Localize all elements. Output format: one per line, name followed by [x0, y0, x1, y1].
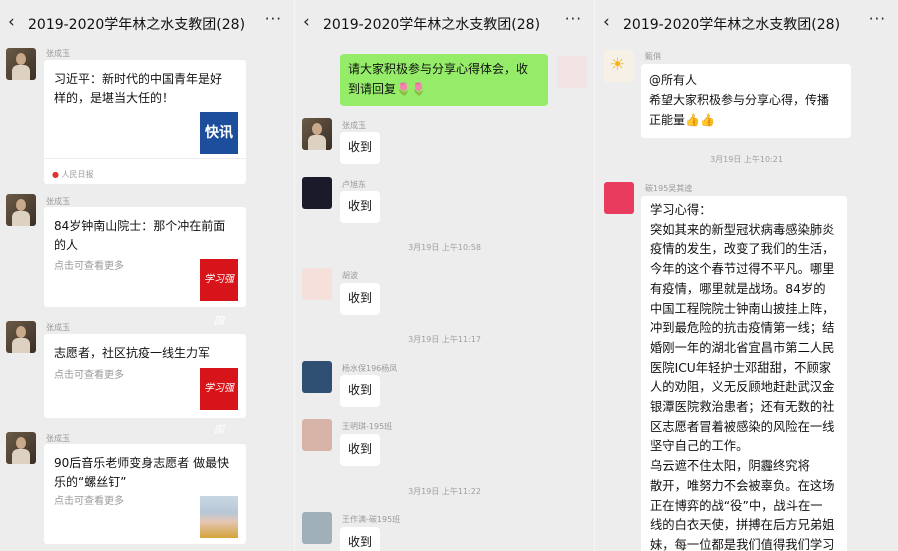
sender-name: 张成玉 — [46, 323, 70, 332]
message-line: 坚守自己的工作。 — [650, 439, 749, 454]
avatar[interactable] — [302, 268, 332, 300]
article-thumbnail: 快讯 — [200, 112, 238, 154]
article-thumbnail: 学习强国 — [200, 368, 238, 436]
message-line: 突如其来的新型冠状病毒感染肺炎 — [650, 222, 835, 237]
more-dots-icon[interactable]: ··· — [565, 10, 582, 28]
own-avatar[interactable] — [557, 56, 587, 88]
article-source: ● 人民日报 — [52, 170, 94, 179]
avatar[interactable] — [302, 361, 332, 393]
article-title: 90后音乐老师变身志愿者 做最快 乐的“螺丝钉” — [54, 456, 230, 489]
message-line: 妹，每一位都是我们值得我们学习 — [650, 537, 835, 551]
chat-header: ‹ 2019-2020学年林之水支教团(28) ··· — [595, 0, 898, 46]
avatar[interactable] — [6, 432, 36, 464]
message-line: 银潭医院救治患者；还有无数的社 — [650, 400, 835, 415]
more-dots-icon[interactable]: ··· — [869, 10, 886, 28]
chat-header: ‹ 2019-2020学年林之水支教团(28) ··· — [0, 0, 294, 46]
chat-panel-1: ‹ 2019-2020学年林之水支教团(28) ··· 张成玉 习近平：新时代的… — [0, 0, 294, 551]
message-line: 乌云遮不住太阳，阴霾终究将 — [650, 459, 810, 474]
message-line: 正在博弈的战“役”中，战斗在一 — [650, 498, 823, 513]
timestamp: 3月19日 上午10:21 — [710, 155, 783, 164]
avatar[interactable] — [302, 177, 332, 209]
avatar[interactable] — [6, 48, 36, 80]
message-line: 区志愿者冒着被感染的风险在一线 — [650, 419, 835, 434]
back-chevron-icon[interactable]: ‹ — [603, 12, 617, 32]
source-logo-icon: ● — [52, 170, 59, 179]
sender-name: 张成玉 — [342, 121, 366, 130]
article-card[interactable]: 84岁钟南山院士：那个冲在前面 的人 点击可查看更多 学习强国 — [44, 207, 246, 327]
chat-panel-3: ‹ 2019-2020学年林之水支教团(28) ··· ☀ 甄俏 @所有人 希望… — [594, 0, 898, 551]
message-bubble[interactable]: 收到 — [340, 283, 381, 315]
article-card[interactable]: 习近平：新时代的中国青年是好 样的，是堪当大任的！ 快讯 ● 人民日报 — [44, 60, 246, 184]
chat-title: 2019-2020学年林之水支教团(28) — [28, 17, 246, 33]
sender-name: 张成玉 — [46, 197, 70, 206]
sender-name: 王明琪-195班 — [342, 422, 393, 431]
article-subtitle: 点击可查看更多 — [54, 370, 124, 381]
message-bubble[interactable]: 收到 — [340, 375, 381, 407]
article-subtitle: 点击可查看更多 — [54, 261, 124, 272]
sender-name: 王作满-碳195班 — [342, 515, 401, 524]
message-bubble[interactable]: @所有人 希望大家积极参与分享心得，传播 正能量👍👍 — [641, 64, 851, 138]
chat-title: 2019-2020学年林之水支教团(28) — [623, 17, 841, 33]
timestamp: 3月19日 上午10:58 — [408, 243, 481, 252]
sender-name: 张成玉 — [46, 434, 70, 443]
article-thumbnail — [200, 496, 238, 538]
back-chevron-icon[interactable]: ‹ — [8, 12, 22, 32]
chat-panel-2: ‹ 2019-2020学年林之水支教团(28) ··· 请大家积极参与分享心得体… — [294, 0, 594, 551]
message-bubble[interactable]: 收到 — [340, 132, 381, 164]
message-bubble[interactable]: 收到 — [340, 434, 381, 466]
article-thumbnail: 学习强国 — [200, 259, 238, 327]
divider — [44, 158, 246, 159]
timestamp: 3月19日 上午11:22 — [408, 487, 481, 496]
sender-name: 胡波 — [342, 271, 358, 280]
timestamp: 3月19日 上午11:17 — [408, 335, 481, 344]
avatar[interactable] — [604, 182, 634, 214]
article-card[interactable]: 志愿者，社区抗疫一线生力军 点击可查看更多 学习强国 — [44, 334, 246, 436]
avatar[interactable] — [6, 194, 36, 226]
message-line: 线的白衣天使，拼搏在后方兄弟姐 — [650, 518, 835, 533]
article-title: 84岁钟南山院士：那个冲在前面 的人 — [54, 219, 226, 252]
sender-name: 卢旭东 — [342, 180, 366, 189]
message-line: 冲到最危险的抗击疫情第一线；结 — [650, 321, 835, 336]
message-line: 人的劝阻，义无反顾地赶赴武汉金 — [650, 380, 835, 395]
chat-title: 2019-2020学年林之水支教团(28) — [323, 17, 541, 33]
sender-name: 碳195吴其逵 — [645, 184, 693, 193]
back-chevron-icon[interactable]: ‹ — [303, 12, 317, 32]
avatar[interactable] — [302, 419, 332, 451]
chat-header: ‹ 2019-2020学年林之水支教团(28) ··· — [295, 0, 594, 46]
message-line: 学习心得： — [650, 203, 712, 217]
sun-icon: ☀ — [610, 55, 626, 75]
own-message-bubble[interactable]: 请大家积极参与分享心得体会，收 到请回复🌷🌷 — [340, 54, 548, 106]
message-line: 散开，唯努力不会被辜负。在这场 — [650, 478, 835, 493]
message-line: 今年的这个春节过得不平凡。哪里 — [650, 262, 835, 277]
sender-name: 甄俏 — [645, 52, 661, 61]
message-line: 医院ICU年轻护士邓甜甜，不顾家 — [650, 360, 832, 375]
article-card[interactable]: 90后音乐老师变身志愿者 做最快 乐的“螺丝钉” 点击可查看更多 — [44, 444, 246, 544]
message-line: 疫情的发生，改变了我们的生活， — [650, 242, 835, 257]
message-line: 婚刚一年的湖北省宜昌市第二人民 — [650, 340, 835, 355]
message-bubble[interactable]: 收到 — [340, 191, 381, 223]
article-title: 习近平：新时代的中国青年是好 样的，是堪当大任的！ — [54, 72, 223, 105]
message-line: 中国工程院院士钟南山披挂上阵， — [650, 301, 835, 316]
avatar[interactable]: ☀ — [604, 50, 634, 82]
more-dots-icon[interactable]: ··· — [265, 10, 282, 28]
message-bubble[interactable]: 学习心得： 突如其来的新型冠状病毒感染肺炎 疫情的发生，改变了我们的生活， 今年的这个… — [641, 196, 847, 551]
avatar[interactable] — [6, 321, 36, 353]
article-title: 志愿者，社区抗疫一线生力军 — [54, 346, 211, 360]
avatar[interactable] — [302, 118, 332, 150]
sender-name: 杨水保196杨凤 — [342, 364, 398, 373]
message-bubble[interactable]: 收到 — [340, 527, 381, 551]
message-line: 有疫情，哪里就是战场。84岁的 — [650, 281, 826, 296]
sender-name: 张成玉 — [46, 49, 70, 58]
avatar[interactable] — [302, 512, 332, 544]
article-subtitle: 点击可查看更多 — [54, 496, 124, 507]
